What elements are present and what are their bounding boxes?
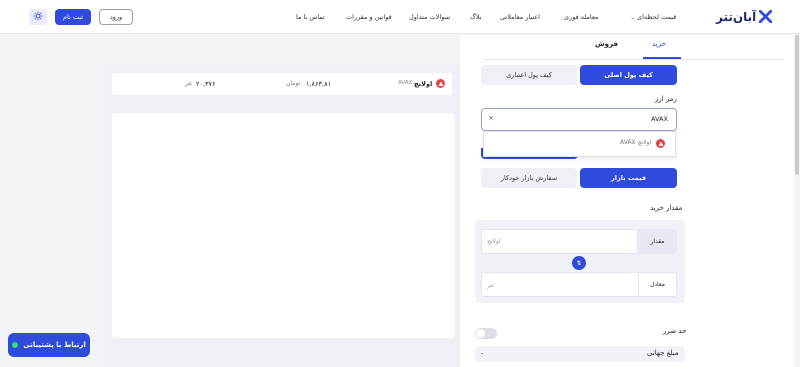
tab-active-indicator xyxy=(643,57,681,59)
swap-arrows-icon[interactable]: ⇅ xyxy=(572,256,586,270)
nav-item-credit[interactable]: اعتبار معاملاتی xyxy=(500,13,540,21)
total-label: مبلغ جهانی xyxy=(647,349,679,357)
limit-order-button[interactable]: سفارش بازار خودکار xyxy=(481,168,577,188)
equivalent-placeholder: تتر xyxy=(487,282,494,289)
toggle-knob xyxy=(476,329,485,338)
market-price-button[interactable]: قیمت بازار xyxy=(580,168,677,188)
chevron-down-icon: ⌄ xyxy=(630,14,636,21)
signup-button[interactable]: ثبت نام xyxy=(55,9,91,25)
equivalent-input[interactable] xyxy=(481,272,677,297)
nav-item-blog[interactable]: بلاگ xyxy=(470,13,482,21)
currency-select[interactable] xyxy=(481,108,677,131)
clear-icon[interactable]: × xyxy=(488,114,494,122)
nav-item-instant-trade[interactable]: معامله فوری xyxy=(564,13,598,21)
amount-label: مقدار خرید xyxy=(650,204,683,212)
tabs-divider xyxy=(483,59,783,60)
amount-placeholder: اولانچ xyxy=(487,238,501,245)
currency-label: رمز ارز xyxy=(655,95,677,103)
price-chart-area[interactable] xyxy=(112,113,455,338)
ticker-toman-price: ۱,۸۶۳,۸۱ xyxy=(306,80,332,88)
nav-label: قیمت لحظه‌ای xyxy=(637,13,677,21)
nav-item-contact[interactable]: تماس با ما xyxy=(296,13,325,21)
nav-item-faq[interactable]: سوالات متداول xyxy=(409,13,450,21)
sun-icon xyxy=(33,11,43,23)
scrollbar-thumb[interactable] xyxy=(795,35,799,175)
support-button[interactable]: ارتباط با پشتیبانی xyxy=(8,333,90,357)
ticker-coin-name: اولانچ xyxy=(414,80,433,88)
selected-currency-value: AVAX xyxy=(651,115,668,123)
avax-option-icon xyxy=(656,139,665,149)
total-value: - xyxy=(481,349,484,357)
wallet-main-button[interactable]: کیف پول اصلی xyxy=(580,65,677,85)
avax-logo-icon xyxy=(436,79,445,89)
ticker-tether-price: ۲۰,۳۷۶ xyxy=(196,80,216,88)
online-status-icon xyxy=(12,342,19,348)
ticker-symbol: AVAX xyxy=(398,80,413,86)
ticker-toman-unit: تومان xyxy=(286,80,301,87)
site-logo[interactable]: آبان‌تتر xyxy=(716,9,773,25)
equivalent-label: معادل xyxy=(650,281,665,288)
nav-item-rules[interactable]: قوانین و مقررات xyxy=(346,13,392,21)
stop-loss-label: حد ضرر xyxy=(663,327,687,335)
tab-sell[interactable]: فروش xyxy=(595,40,618,48)
login-button[interactable]: ورود xyxy=(99,9,133,25)
field-divider xyxy=(638,273,639,296)
ticker-tether-unit: تتر xyxy=(185,80,192,87)
dropdown-option-avax[interactable]: اولانچ AVAX xyxy=(620,139,651,146)
nav-item-live-price[interactable]: قیمت لحظه‌ای⌄ xyxy=(630,13,676,21)
amount-input[interactable] xyxy=(481,229,638,254)
logo-x-icon xyxy=(758,9,773,25)
amount-field-label: مقدار xyxy=(638,229,677,254)
tab-buy[interactable]: خرید xyxy=(652,40,666,48)
logo-text: آبان‌تتر xyxy=(716,10,757,24)
wallet-credit-button[interactable]: کیف پول اعتباری xyxy=(481,65,577,85)
support-label: ارتباط با پشتیبانی xyxy=(23,341,86,349)
theme-toggle-button[interactable] xyxy=(29,9,47,25)
